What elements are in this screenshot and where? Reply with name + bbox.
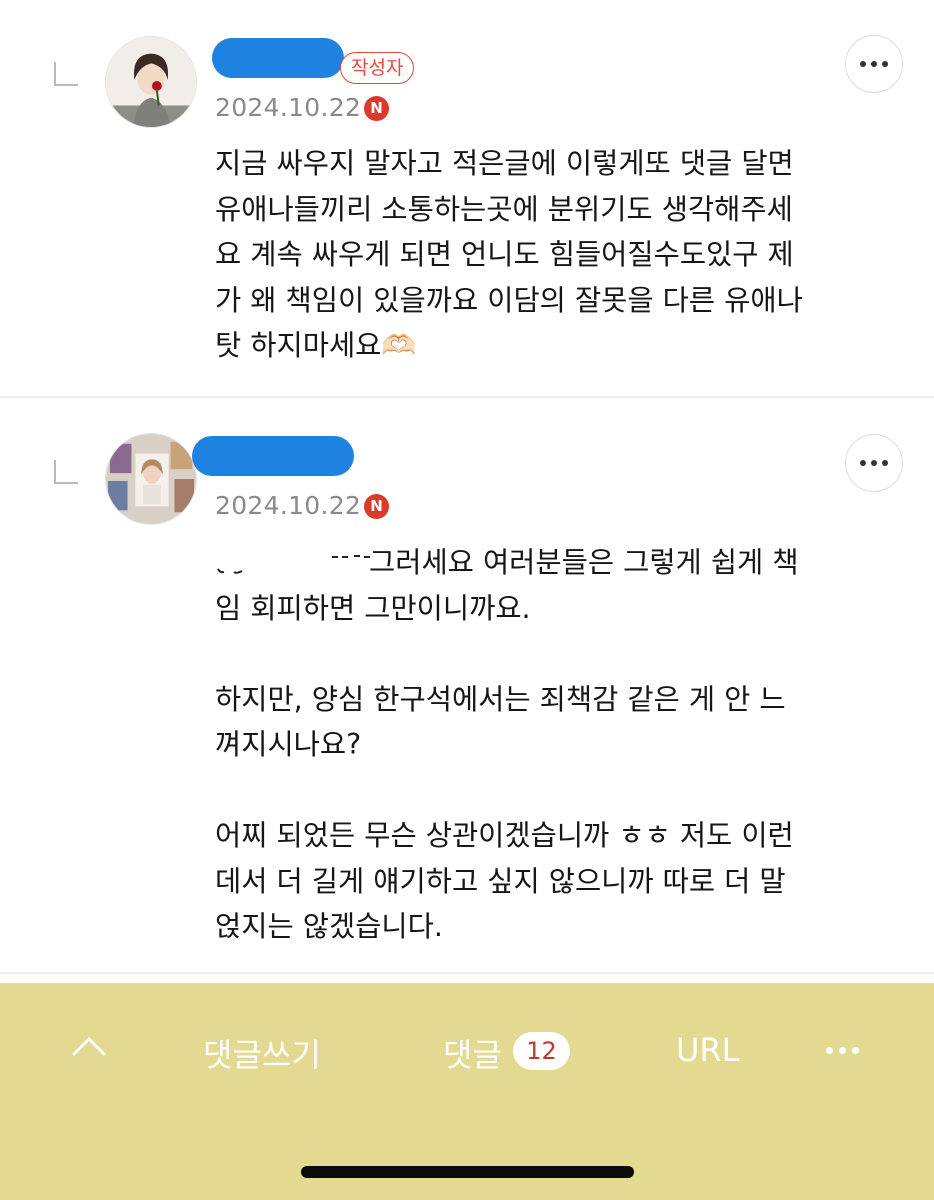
- chevron-up-icon[interactable]: [72, 1036, 106, 1056]
- comment-text: 그러세요 여러분들은 그렇게 쉽게 책 임 회피하면 그만이니까요. 하지만, …: [215, 546, 799, 943]
- more-options-icon: [860, 460, 866, 466]
- author-badge: 작성자: [340, 52, 415, 84]
- more-options-button[interactable]: [845, 434, 903, 492]
- more-menu-button[interactable]: [826, 1043, 864, 1057]
- more-options-button[interactable]: [845, 35, 903, 93]
- avatar-photo: [106, 434, 196, 524]
- home-indicator[interactable]: [301, 1166, 634, 1178]
- reply-arrow-icon: [54, 62, 78, 86]
- new-badge-icon: N: [364, 494, 389, 519]
- new-badge-icon: N: [364, 96, 389, 121]
- comment-date: 2024.10.22: [215, 93, 362, 122]
- redacted-author-name: [192, 436, 354, 476]
- more-options-icon: [860, 61, 866, 67]
- comment-date: 2024.10.22: [215, 491, 362, 520]
- avatar[interactable]: [105, 36, 197, 128]
- comments-button[interactable]: 댓글: [443, 1030, 502, 1076]
- comment-text: 지금 싸우지 말자고 적은글에 이렇게또 댓글 달면 유애나들끼리 소통하는곳에…: [215, 147, 803, 362]
- url-button[interactable]: URL: [676, 1031, 739, 1069]
- redacted-author-name: [212, 38, 344, 78]
- divider: [0, 972, 934, 974]
- reply-arrow-icon: [54, 460, 78, 484]
- redacted-mention: [217, 555, 370, 574]
- write-comment-button[interactable]: 댓글쓰기: [203, 1030, 321, 1076]
- comment-count-badge: 12: [513, 1032, 570, 1070]
- more-menu-icon: [826, 1046, 833, 1054]
- avatar[interactable]: [105, 433, 197, 525]
- divider: [0, 396, 934, 398]
- avatar-photo: [106, 37, 196, 127]
